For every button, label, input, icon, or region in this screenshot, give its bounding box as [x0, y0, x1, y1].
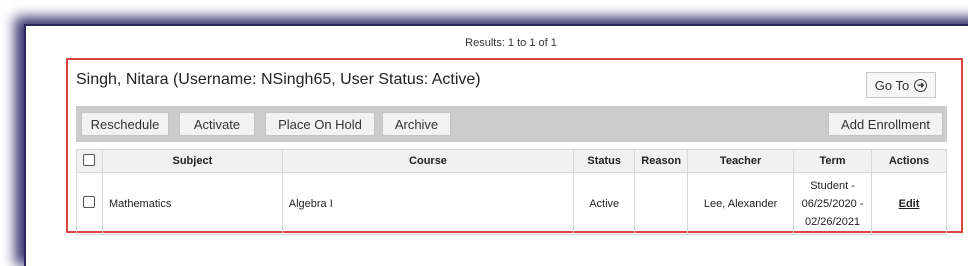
header-status: Status [573, 149, 636, 173]
add-enrollment-button[interactable]: Add Enrollment [828, 112, 943, 136]
place-on-hold-button[interactable]: Place On Hold [265, 112, 375, 136]
header-course: Course [281, 149, 575, 173]
cell-reason [634, 172, 689, 235]
student-title: Singh, Nitara (Username: NSingh65, User … [76, 71, 481, 88]
results-count: Results: 1 to 1 of 1 [465, 37, 557, 49]
reschedule-button[interactable]: Reschedule [81, 112, 169, 136]
select-all-checkbox[interactable] [83, 153, 96, 166]
header-subject: Subject [101, 149, 283, 173]
cell-course: Algebra I [281, 172, 575, 235]
student-enrollment-card: Singh, Nitara (Username: NSingh65, User … [66, 58, 963, 235]
go-to-button[interactable]: Go To ➜ [866, 72, 936, 98]
cell-subject: Mathematics [101, 172, 283, 235]
archive-button[interactable]: Archive [382, 112, 451, 136]
cell-term: Student - 06/25/2020 - 02/26/2021 [793, 172, 873, 235]
cell-status: Active [573, 172, 636, 235]
action-toolbar: Reschedule Activate Place On Hold Archiv… [76, 106, 947, 142]
header-reason: Reason [634, 149, 689, 173]
edit-link[interactable]: Edit [899, 198, 920, 210]
term-line-1: Student - [810, 179, 855, 192]
cell-actions: Edit [871, 172, 947, 235]
term-line-3: 02/26/2021 [805, 215, 861, 228]
header-term: Term [793, 149, 873, 173]
table-row: Mathematics Algebra I Active Lee, Alexan… [76, 172, 947, 235]
row-checkbox[interactable] [83, 196, 96, 208]
table-header-row: Subject Course Status Reason Teacher Ter… [76, 149, 947, 173]
go-to-label: Go To [874, 77, 910, 93]
header-teacher: Teacher [687, 149, 795, 173]
cell-teacher: Lee, Alexander [687, 172, 795, 235]
activate-button[interactable]: Activate [179, 112, 255, 136]
term-line-2: 06/25/2020 - [801, 197, 864, 210]
row-select-cell [76, 172, 103, 235]
arrow-circle-right-icon: ➜ [914, 78, 928, 92]
header-actions: Actions [871, 149, 947, 173]
enrollment-table: Subject Course Status Reason Teacher Ter… [76, 149, 947, 235]
select-all-cell [76, 149, 103, 173]
